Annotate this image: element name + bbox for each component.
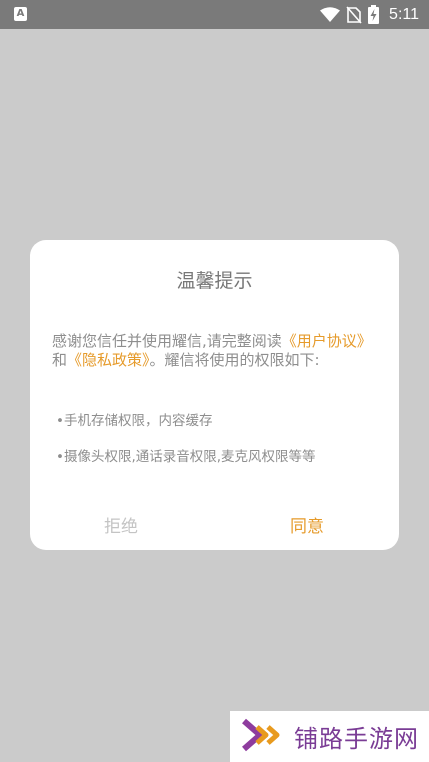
privacy-policy-link[interactable]: 《隐私政策》 <box>67 351 150 369</box>
permission-list: •手机存储权限，内容缓存 •摄像头权限,通话录音权限,麦克风权限等等 <box>56 412 376 466</box>
permission-camera-audio: •摄像头权限,通话录音权限,麦克风权限等等 <box>56 449 316 465</box>
no-sim-icon <box>346 5 362 24</box>
dialog-body-text: 感谢您信任并使用耀信,请完整阅读《用户协议》和《隐私政策》。耀信将使用的权限如下… <box>52 332 378 370</box>
clock-time: 5:11 <box>389 5 419 23</box>
agree-button[interactable]: 同意 <box>290 512 324 537</box>
site-watermark: 铺路手游网 <box>230 711 429 762</box>
body-suffix: 。耀信将使用的权限如下: <box>149 351 320 369</box>
dialog-title: 温馨提示 <box>176 270 253 292</box>
status-right-group: 5:11 <box>320 0 419 29</box>
body-prefix: 感谢您信任并使用耀信,请完整阅读 <box>52 332 282 350</box>
watermark-text: 铺路手游网 <box>294 725 419 753</box>
body-and: 和 <box>52 351 68 369</box>
user-agreement-link[interactable]: 《用户协议》 <box>282 332 372 350</box>
wifi-icon <box>320 6 341 23</box>
dialog-actions: 拒绝 同意 <box>30 512 399 542</box>
app-notification-icon: A <box>14 7 27 21</box>
privacy-dialog: 温馨提示 感谢您信任并使用耀信,请完整阅读《用户协议》和《隐私政策》。耀信将使用… <box>30 240 399 550</box>
permission-storage: •手机存储权限，内容缓存 <box>56 413 213 429</box>
refuse-button[interactable]: 拒绝 <box>104 512 138 537</box>
status-bar: A 5:11 <box>0 0 429 29</box>
battery-charging-icon <box>368 5 380 24</box>
watermark-logo-icon <box>242 718 286 756</box>
